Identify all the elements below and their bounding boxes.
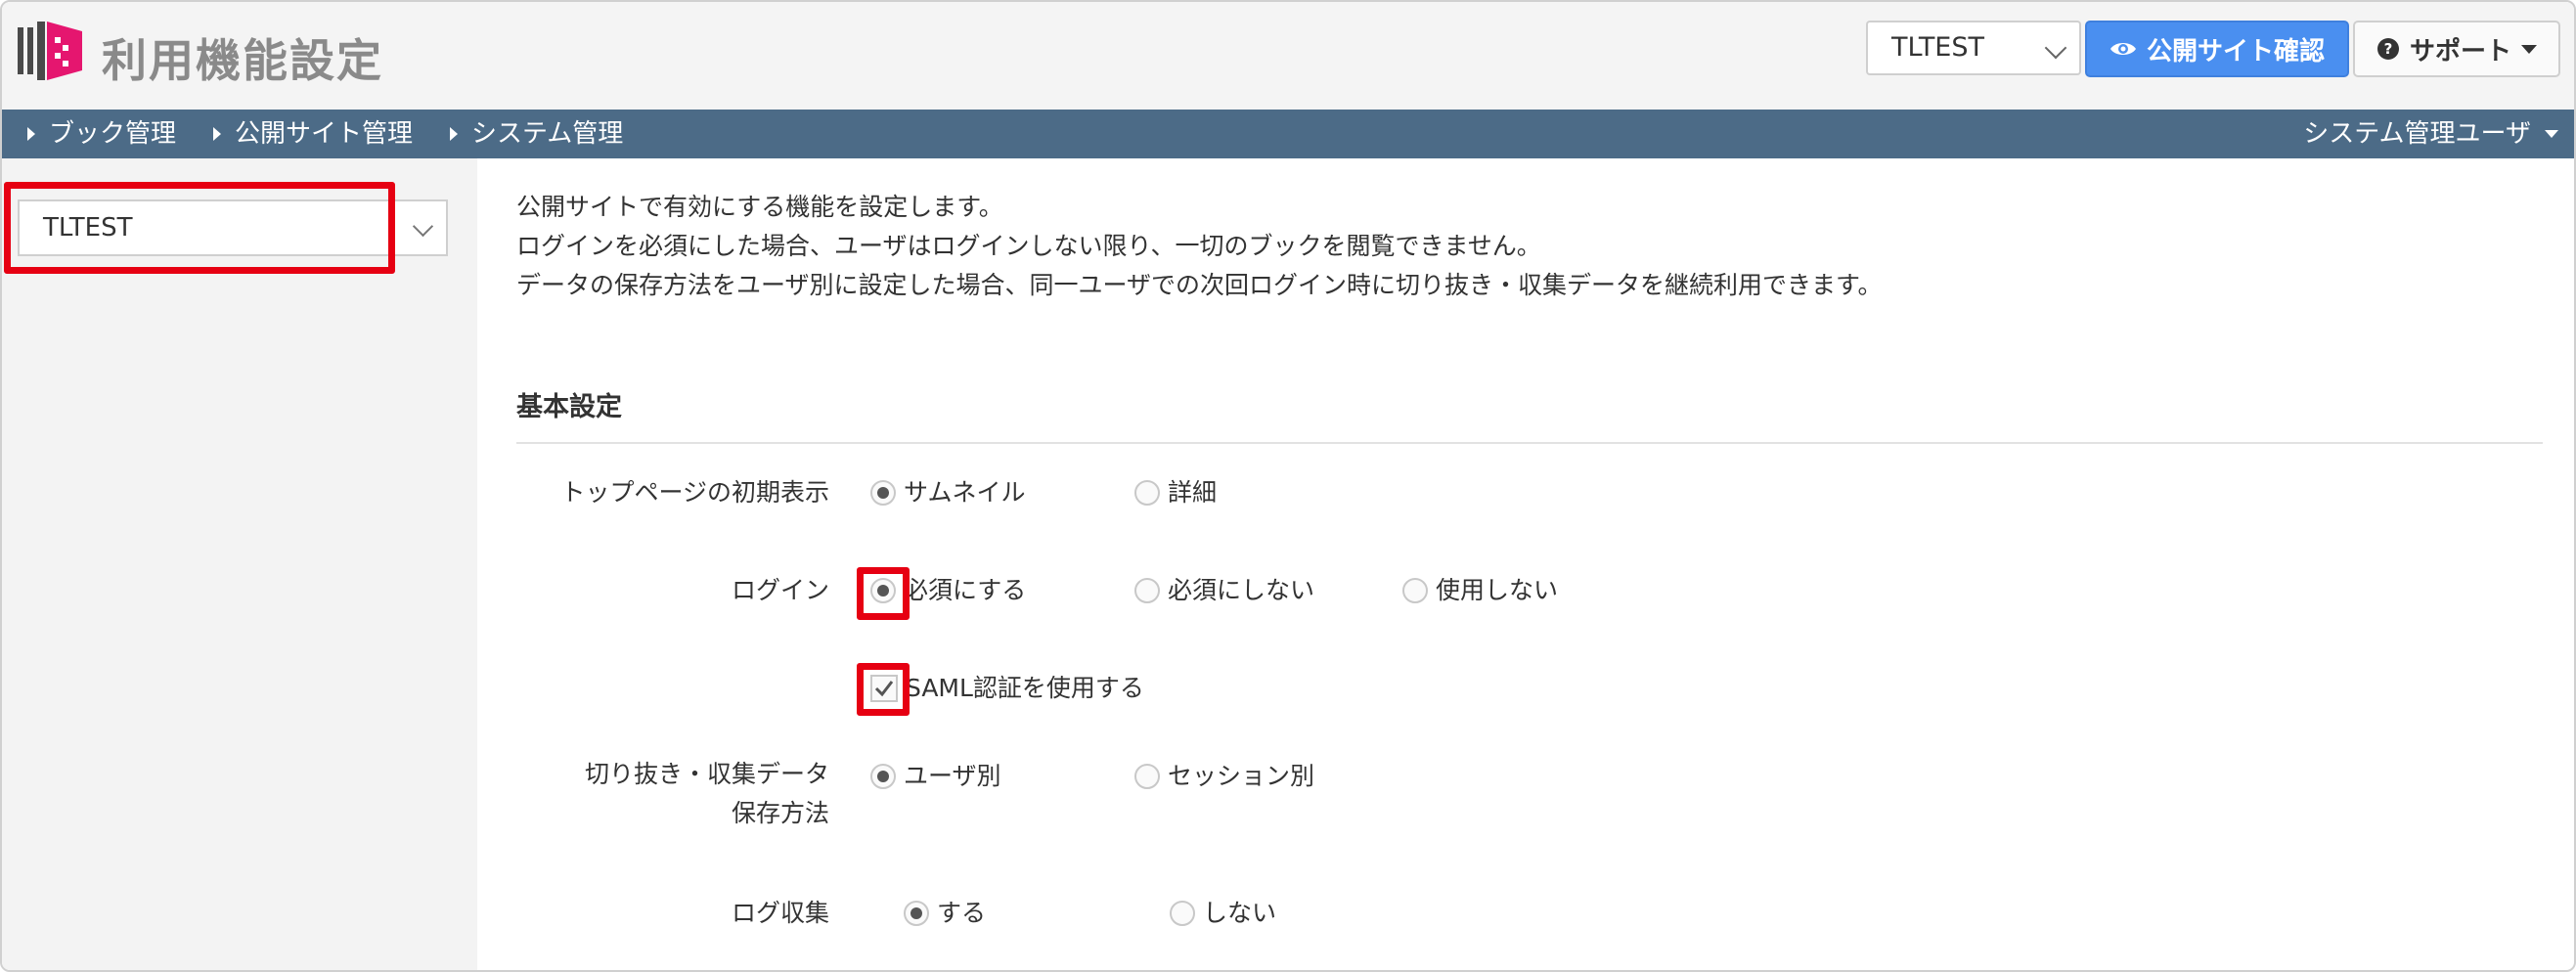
radio-label: 使用しない [1436,576,1559,604]
radio-label: しない [1203,899,1277,927]
radio-selected-icon [904,901,929,926]
radio-label: 必須にしない [1168,576,1315,604]
preview-site-button[interactable]: 公開サイト確認 [2085,21,2349,77]
radio-label: セッション別 [1168,762,1315,790]
sidebar: TLTEST [2,158,477,970]
clip-storage-label: 切り抜き・収集データ 保存方法 [477,755,829,833]
chevron-down-icon [2044,36,2067,60]
preview-site-label: 公開サイト確認 [2146,36,2325,66]
nav-item-label: 公開サイト管理 [235,119,414,149]
user-menu[interactable]: システム管理ユーザ [2303,110,2558,158]
radio-unselected-icon [1134,480,1160,506]
radio-log-off[interactable]: しない [1170,894,1276,933]
saml-checkbox[interactable]: SAML認証を使用する [870,669,1144,708]
caret-right-icon [27,127,35,141]
svg-text:?: ? [2384,40,2393,58]
page-title: 利用機能設定 [102,34,383,87]
radio-unselected-icon [1170,901,1195,926]
app-window: 利用機能設定 TLTEST 公開サイト確認 ? サポート ブック管理 公開サイト… [0,0,2576,972]
radio-unselected-icon [1134,764,1160,789]
intro-line: データの保存方法をユーザ別に設定した場合、同一ユーザでの次回ログイン時に切り抜き… [516,271,1883,299]
log-collection-label: ログ収集 [731,899,829,927]
radio-selected-icon [870,764,896,789]
clip-storage-label-line: 保存方法 [731,799,829,827]
chevron-down-icon [412,215,434,238]
radio-top-page-thumbnail[interactable]: サムネイル [870,473,1026,512]
nav-item-label: ブック管理 [49,119,177,149]
radio-label: サムネイル [904,478,1026,507]
login-label: ログイン [731,576,829,604]
eye-icon [2110,43,2136,55]
highlight-box [4,182,395,274]
radio-login-not-required[interactable]: 必須にしない [1134,571,1314,610]
support-button[interactable]: ? サポート [2353,21,2560,77]
radio-label: 必須にする [904,576,1027,604]
radio-selected-icon [870,480,896,506]
section-divider [516,442,2543,444]
radio-top-page-detail[interactable]: 詳細 [1134,473,1217,512]
nav-item-label: システム管理 [471,119,624,149]
nav-item-system-management[interactable]: システム管理 [450,110,623,158]
highlight-box [857,663,910,716]
support-label: サポート [2409,36,2511,66]
user-menu-label: システム管理ユーザ [2303,119,2531,149]
nav-item-public-site-management[interactable]: 公開サイト管理 [213,110,413,158]
highlight-box [857,567,910,620]
radio-label: する [937,899,987,927]
nav-item-book-management[interactable]: ブック管理 [27,110,176,158]
radio-label: 詳細 [1168,478,1218,507]
main-nav: ブック管理 公開サイト管理 システム管理 システム管理ユーザ [2,110,2574,158]
section-title: 基本設定 [516,392,622,422]
question-icon: ? [2376,38,2399,60]
caret-down-icon [2521,44,2537,54]
radio-label: ユーザ別 [904,762,1001,790]
radio-storage-per-session[interactable]: セッション別 [1134,757,1314,796]
radio-login-unused[interactable]: 使用しない [1402,571,1558,610]
checkbox-label: SAML認証を使用する [906,674,1144,702]
radio-unselected-icon [1134,578,1160,603]
top-page-label: トップページの初期表示 [560,478,829,507]
radio-storage-per-user[interactable]: ユーザ別 [870,757,1001,796]
tenant-select[interactable]: TLTEST [1866,21,2081,75]
app-logo-icon [18,22,82,80]
main-content: 公開サイトで有効にする機能を設定します。 ログインを必須にした場合、ユーザはログ… [477,158,2574,970]
intro-line: 公開サイトで有効にする機能を設定します。 [516,193,1003,221]
tenant-select-value: TLTEST [1891,32,1985,63]
intro-line: ログインを必須にした場合、ユーザはログインしない限り、一切のブックを閲覧できませ… [516,232,1541,260]
caret-down-icon [2545,130,2558,138]
radio-unselected-icon [1402,578,1428,603]
intro-text: 公開サイトで有効にする機能を設定します。 ログインを必須にした場合、ユーザはログ… [516,188,1883,305]
radio-log-on[interactable]: する [904,894,986,933]
caret-right-icon [213,127,221,141]
caret-right-icon [450,127,458,141]
clip-storage-label-line: 切り抜き・収集データ [584,760,829,788]
app-header: 利用機能設定 TLTEST 公開サイト確認 ? サポート [2,2,2574,110]
